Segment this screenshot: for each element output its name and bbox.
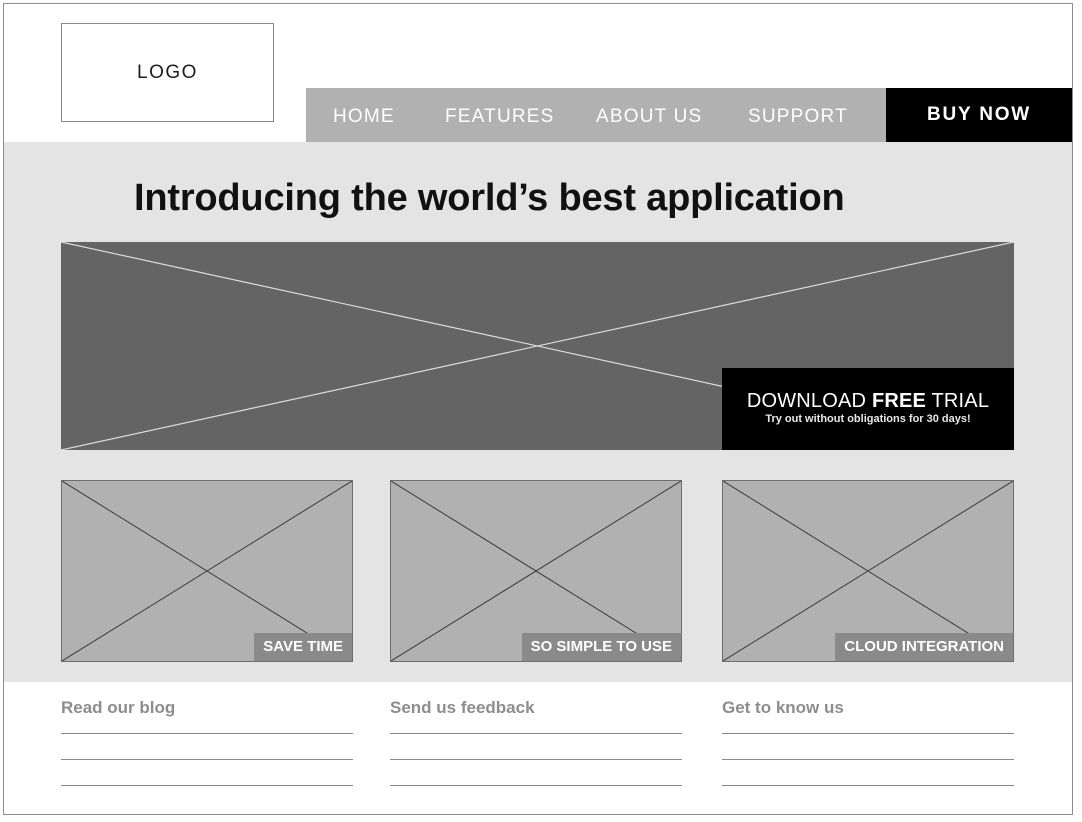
nav-support[interactable]: SUPPORT [748, 88, 848, 142]
download-free-trial-button[interactable]: DOWNLOAD FREE TRIAL Try out without obli… [722, 368, 1014, 450]
divider [390, 759, 682, 760]
divider [390, 733, 682, 734]
buy-now-button[interactable]: BUY NOW [886, 88, 1072, 142]
nav-home[interactable]: HOME [333, 88, 395, 142]
logo-text: LOGO [137, 61, 198, 83]
cta-subtitle: Try out without obligations for 30 days! [765, 413, 971, 425]
footer-link-blog[interactable]: Read our blog [61, 698, 175, 717]
cta-title-pre: DOWNLOAD [746, 390, 872, 412]
divider [61, 785, 353, 786]
page-title: Introducing the world’s best application [134, 177, 845, 219]
cta-title: DOWNLOAD FREE TRIAL [722, 390, 1014, 413]
cta-title-bold: FREE [871, 390, 927, 412]
feature-label: CLOUD INTEGRATION [835, 633, 1013, 661]
page-frame: LOGO HOME FEATURES ABOUT US SUPPORT BUY … [3, 3, 1073, 815]
divider [722, 759, 1014, 760]
divider [390, 785, 682, 786]
cta-title-post: TRIAL [926, 390, 990, 412]
main-nav: HOME FEATURES ABOUT US SUPPORT [306, 88, 886, 142]
feature-tile-simple-to-use[interactable]: SO SIMPLE TO USE [390, 480, 682, 662]
feature-label: SO SIMPLE TO USE [521, 633, 681, 661]
logo[interactable]: LOGO [61, 23, 274, 122]
nav-about-us[interactable]: ABOUT US [596, 88, 702, 142]
footer-column-blog: Read our blog [61, 698, 353, 786]
divider [722, 785, 1014, 786]
divider [61, 733, 353, 734]
footer-link-about[interactable]: Get to know us [722, 698, 844, 717]
footer-column-about: Get to know us [722, 698, 1014, 786]
feature-tile-cloud-integration[interactable]: CLOUD INTEGRATION [722, 480, 1014, 662]
footer-link-feedback[interactable]: Send us feedback [390, 698, 535, 717]
divider [61, 759, 353, 760]
feature-tile-save-time[interactable]: SAVE TIME [61, 480, 353, 662]
divider [722, 733, 1014, 734]
nav-features[interactable]: FEATURES [445, 88, 555, 142]
footer-column-feedback: Send us feedback [390, 698, 682, 786]
feature-label: SAVE TIME [254, 633, 352, 661]
